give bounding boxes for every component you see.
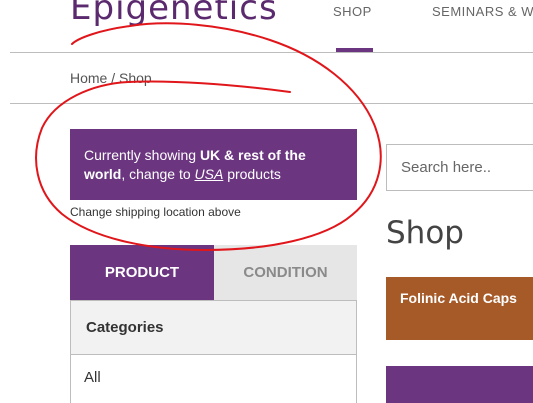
nav-shop[interactable]: SHOP bbox=[333, 4, 372, 19]
product-card-next[interactable] bbox=[386, 366, 533, 403]
categories-title: Categories bbox=[71, 301, 356, 355]
breadcrumb-divider bbox=[10, 103, 533, 104]
category-item-all[interactable]: All bbox=[71, 355, 356, 399]
region-banner-middle: , change to bbox=[121, 166, 195, 182]
region-banner-prefix: Currently showing bbox=[84, 147, 200, 163]
region-banner: Currently showing UK & rest of the world… bbox=[70, 129, 357, 200]
breadcrumb[interactable]: Home / Shop bbox=[70, 70, 152, 86]
filter-tabs: PRODUCT CONDITION bbox=[70, 245, 357, 300]
search-input[interactable] bbox=[387, 145, 533, 190]
tab-condition[interactable]: CONDITION bbox=[214, 245, 357, 300]
page-title: Shop bbox=[386, 215, 464, 251]
tab-product[interactable]: PRODUCT bbox=[70, 245, 214, 300]
region-banner-suffix: products bbox=[223, 166, 281, 182]
brand-logo[interactable]: Epigenetics bbox=[70, 0, 278, 28]
header-divider bbox=[10, 52, 533, 53]
categories-panel: Categories All bbox=[70, 300, 357, 403]
usa-link[interactable]: USA bbox=[195, 166, 224, 182]
nav-seminars[interactable]: SEMINARS & W bbox=[432, 4, 533, 19]
product-card[interactable]: Folinic Acid Caps bbox=[386, 277, 533, 340]
shipping-note: Change shipping location above bbox=[70, 205, 241, 219]
search-box[interactable] bbox=[386, 144, 533, 191]
